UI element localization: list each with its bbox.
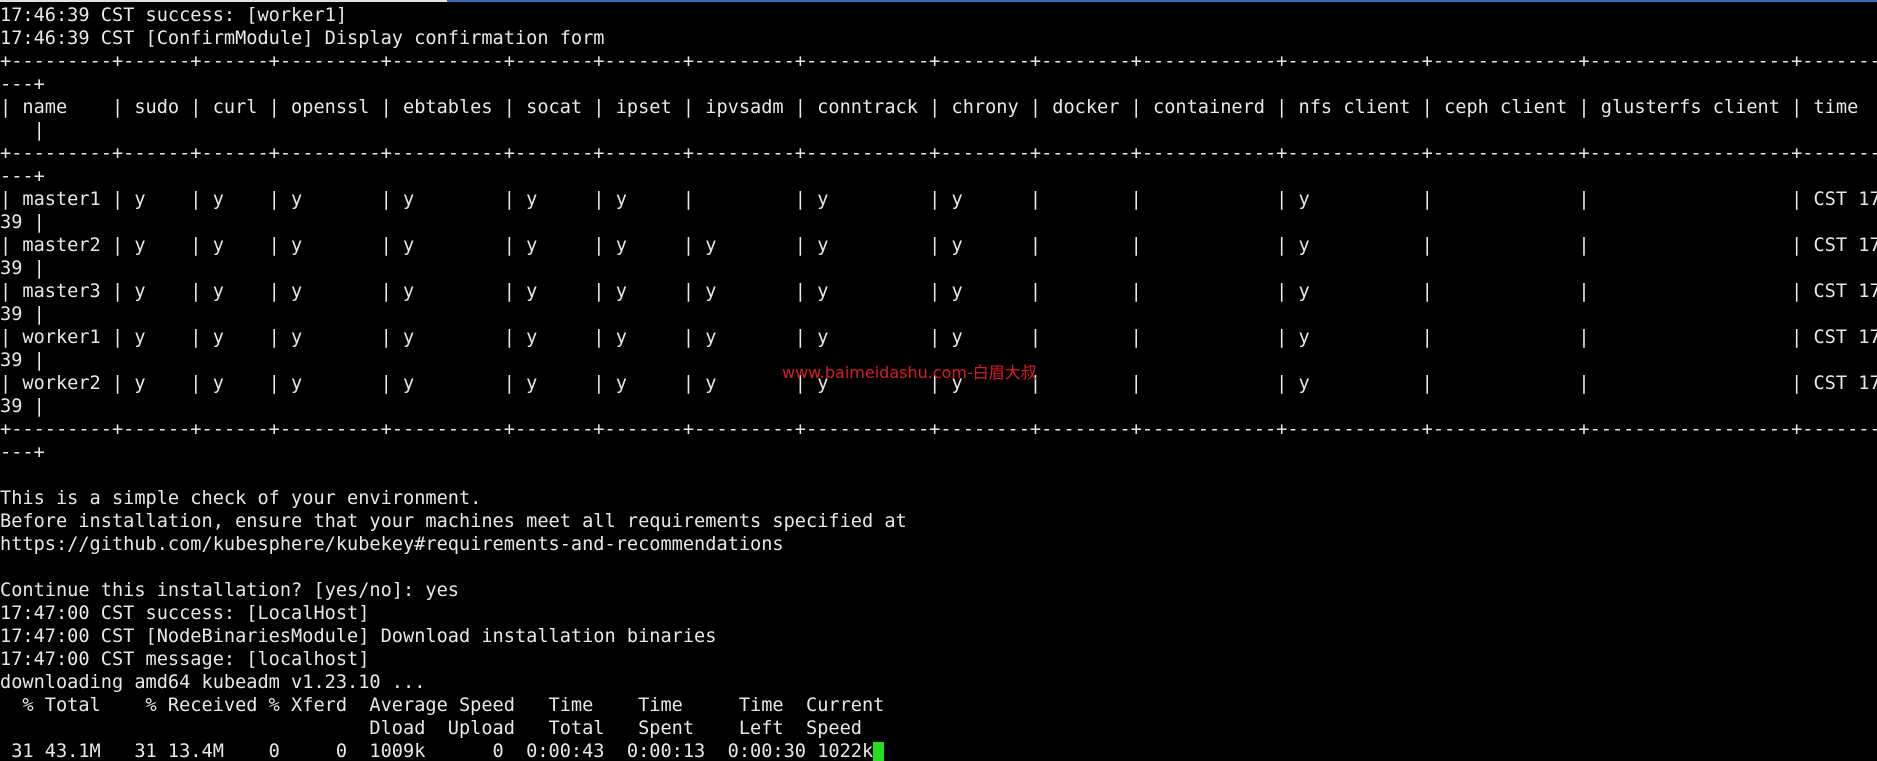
terminal-line: downloading amd64 kubeadm v1.23.10 ... (0, 672, 426, 693)
table-row-wrap: 39 | (0, 258, 45, 279)
table-border: +---------+------+------+---------+-----… (0, 419, 1877, 440)
terminal-line: 17:46:39 CST [ConfirmModule] Display con… (0, 28, 605, 49)
table-row-wrap: 39 | (0, 396, 45, 417)
table-border-wrap: ---+ (0, 442, 45, 463)
window-top-strip (0, 0, 1877, 2)
table-row: | worker1 | y | y | y | y | y | y | y | … (0, 327, 1877, 348)
terminal-line: This is a simple check of your environme… (0, 488, 482, 509)
watermark-text: www.baimeidashu.com-白眉大叔 (782, 363, 1037, 382)
terminal-line: 17:47:00 CST [NodeBinariesModule] Downlo… (0, 626, 717, 647)
requirements-url: https://github.com/kubesphere/kubekey#re… (0, 534, 784, 555)
curl-progress-values: 31 43.1M 31 13.4M 0 0 1009k 0 0:00:43 0:… (0, 741, 874, 761)
table-header-row: | name | sudo | curl | openssl | ebtable… (0, 97, 1859, 118)
curl-progress-header: % Total % Received % Xferd Average Speed… (0, 695, 885, 716)
table-border-wrap: ---+ (0, 74, 45, 95)
table-row-wrap: 39 | (0, 212, 45, 233)
curl-progress-line: 31 43.1M 31 13.4M 0 0 1009k 0 0:00:43 0:… (0, 740, 1877, 761)
terminal-line: Before installation, ensure that your ma… (0, 511, 907, 532)
terminal-line: 17:47:00 CST success: [LocalHost] (0, 603, 370, 624)
table-row: | master1 | y | y | y | y | y | y | | y … (0, 189, 1877, 210)
terminal-line: 17:46:39 CST success: [worker1] (0, 5, 348, 26)
table-row: | master2 | y | y | y | y | y | y | y | … (0, 235, 1877, 256)
cursor-block[interactable] (873, 742, 885, 761)
table-border: +---------+------+------+---------+-----… (0, 51, 1877, 72)
table-header-wrap: | (0, 120, 45, 141)
table-border-wrap: ---+ (0, 166, 45, 187)
table-row-wrap: 39 | (0, 304, 45, 325)
table-row: | master3 | y | y | y | y | y | y | y | … (0, 281, 1877, 302)
terminal-window[interactable]: 17:46:39 CST success: [worker1] 17:46:39 … (0, 0, 1877, 761)
confirm-prompt: Continue this installation? [yes/no]: ye… (0, 580, 459, 601)
table-border: +---------+------+------+---------+-----… (0, 143, 1877, 164)
terminal-line: 17:47:00 CST message: [localhost] (0, 649, 370, 670)
curl-progress-subheader: Dload Upload Total Spent Left Speed (0, 718, 862, 739)
